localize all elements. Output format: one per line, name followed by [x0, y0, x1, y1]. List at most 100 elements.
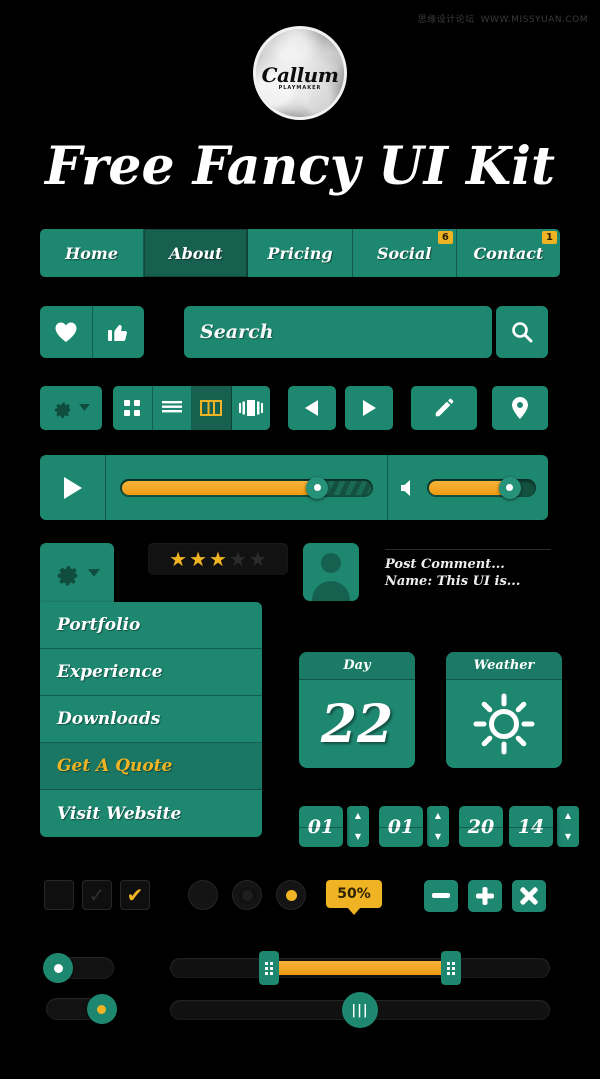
heart-icon — [54, 321, 78, 343]
nav-label: Contact — [473, 243, 544, 263]
nav-item-social[interactable]: Social 6 — [352, 229, 457, 277]
checkbox-empty[interactable] — [44, 880, 74, 910]
avatar-head — [321, 553, 341, 573]
thumbs-up-button[interactable] — [92, 306, 144, 358]
menu-item-visit-website[interactable]: Visit Website — [40, 790, 262, 837]
view-columns-button[interactable] — [192, 386, 232, 430]
progress-handle[interactable] — [306, 476, 329, 499]
menu-item-get-a-quote[interactable]: Get A Quote — [40, 743, 262, 790]
play-button[interactable] — [40, 455, 106, 520]
list-icon — [161, 400, 182, 416]
dropdown-menu: Portfolio Experience Downloads Get A Quo… — [40, 602, 262, 837]
toggle-handle[interactable] — [43, 953, 74, 983]
star-rating[interactable]: ★ ★ ★ ★ ★ — [148, 543, 288, 575]
volume-slider[interactable] — [427, 476, 536, 499]
next-button[interactable] — [345, 386, 393, 430]
stepper-arrows-3[interactable]: ▲ ▼ — [557, 806, 579, 847]
plus-button[interactable] — [468, 880, 502, 912]
menu-item-label: Portfolio — [57, 615, 141, 635]
thumbs-up-icon — [107, 321, 129, 343]
avatar-body — [312, 581, 350, 601]
single-slider[interactable]: ||| — [170, 992, 550, 1028]
comment-line-2[interactable]: Name: This UI is... — [385, 573, 551, 590]
nav-item-pricing[interactable]: Pricing — [248, 229, 353, 277]
watermark: 思缘设计论坛 WWW.MISSYUAN.COM — [418, 12, 588, 25]
nav-badge-social: 6 — [437, 231, 453, 244]
brand-logo: Callum PLAYMAKER — [253, 26, 347, 120]
single-slider-handle[interactable]: ||| — [342, 992, 378, 1028]
view-grid-button[interactable] — [113, 386, 153, 430]
menu-toggle-button[interactable] — [40, 543, 114, 603]
nav-label: Social — [376, 243, 432, 263]
view-coverflow-button[interactable] — [231, 386, 270, 430]
menu-item-experience[interactable]: Experience — [40, 649, 262, 696]
progress-slider[interactable] — [120, 476, 373, 499]
arrow-up-icon[interactable]: ▲ — [355, 812, 361, 820]
comment-divider — [385, 549, 551, 550]
edit-button[interactable] — [411, 386, 477, 430]
heart-button[interactable] — [40, 306, 93, 358]
logo-wrapper: Callum PLAYMAKER — [0, 26, 600, 124]
settings-dropdown-button[interactable] — [40, 386, 102, 430]
grip-lines-icon: ||| — [351, 1002, 369, 1018]
menu-item-portfolio[interactable]: Portfolio — [40, 602, 262, 649]
toggle-switch-on[interactable] — [46, 994, 117, 1024]
radio-empty[interactable] — [188, 880, 218, 910]
pencil-icon — [433, 397, 455, 419]
star-icon[interactable]: ★ — [209, 549, 227, 569]
star-icon[interactable]: ★ — [249, 549, 267, 569]
search-button[interactable] — [496, 306, 548, 358]
percent-tooltip: 50% — [326, 880, 382, 908]
comment-line-1[interactable]: Post Comment... — [385, 556, 551, 573]
nav-item-contact[interactable]: Contact 1 — [456, 229, 560, 277]
star-icon[interactable]: ★ — [169, 549, 187, 569]
nav-item-about[interactable]: About — [144, 229, 249, 277]
volume-handle[interactable] — [498, 476, 521, 499]
checkbox-dim[interactable]: ✓ — [82, 880, 112, 910]
stepper-value-3[interactable]: 20 — [459, 806, 503, 847]
watermark-cn: 思缘设计论坛 — [417, 15, 475, 25]
arrow-up-icon[interactable]: ▲ — [565, 812, 571, 820]
toggle-handle[interactable] — [86, 994, 117, 1024]
view-mode-group — [113, 386, 270, 430]
minus-button[interactable] — [424, 880, 458, 912]
search-placeholder: Search — [200, 321, 274, 343]
checkbox-checked[interactable]: ✔ — [120, 880, 150, 910]
volume-icon[interactable] — [400, 479, 418, 497]
arrow-down-icon[interactable]: ▼ — [565, 832, 571, 841]
radio-selected[interactable] — [276, 880, 306, 910]
comment-block: Post Comment... Name: This UI is... — [385, 543, 551, 595]
prev-button[interactable] — [288, 386, 336, 430]
radio-hover[interactable] — [232, 880, 262, 910]
day-widget-value: 22 — [320, 693, 394, 755]
stepper-arrows-2[interactable]: ▲ ▼ — [427, 806, 449, 847]
range-handle-high[interactable] — [441, 951, 462, 985]
stepper-value-2[interactable]: 01 — [379, 806, 423, 847]
menu-item-downloads[interactable]: Downloads — [40, 696, 262, 743]
view-list-button[interactable] — [152, 386, 192, 430]
nav-label: About — [169, 243, 223, 263]
arrow-up-icon[interactable]: ▲ — [435, 812, 441, 820]
stepper-value-4[interactable]: 14 — [509, 806, 553, 847]
arrow-down-icon[interactable]: ▼ — [355, 832, 361, 841]
check-icon: ✓ — [88, 883, 106, 907]
volume-control — [388, 476, 548, 499]
check-icon: ✔ — [126, 883, 144, 907]
close-icon — [520, 887, 538, 905]
grid-icon — [123, 399, 141, 417]
gear-icon — [54, 559, 82, 587]
range-handle-low[interactable] — [258, 951, 279, 985]
menu-item-label: Visit Website — [57, 803, 182, 824]
close-button[interactable] — [512, 880, 546, 912]
stepper-arrows-1[interactable]: ▲ ▼ — [347, 806, 369, 847]
stepper-value-1[interactable]: 01 — [299, 806, 343, 847]
plus-icon — [476, 887, 494, 905]
toggle-switch-off[interactable] — [43, 953, 114, 983]
location-button[interactable] — [492, 386, 548, 430]
search-input[interactable]: Search — [184, 306, 492, 358]
range-slider[interactable] — [170, 951, 550, 985]
star-icon[interactable]: ★ — [229, 549, 247, 569]
star-icon[interactable]: ★ — [189, 549, 207, 569]
arrow-down-icon[interactable]: ▼ — [435, 832, 441, 841]
nav-item-home[interactable]: Home — [40, 229, 145, 277]
